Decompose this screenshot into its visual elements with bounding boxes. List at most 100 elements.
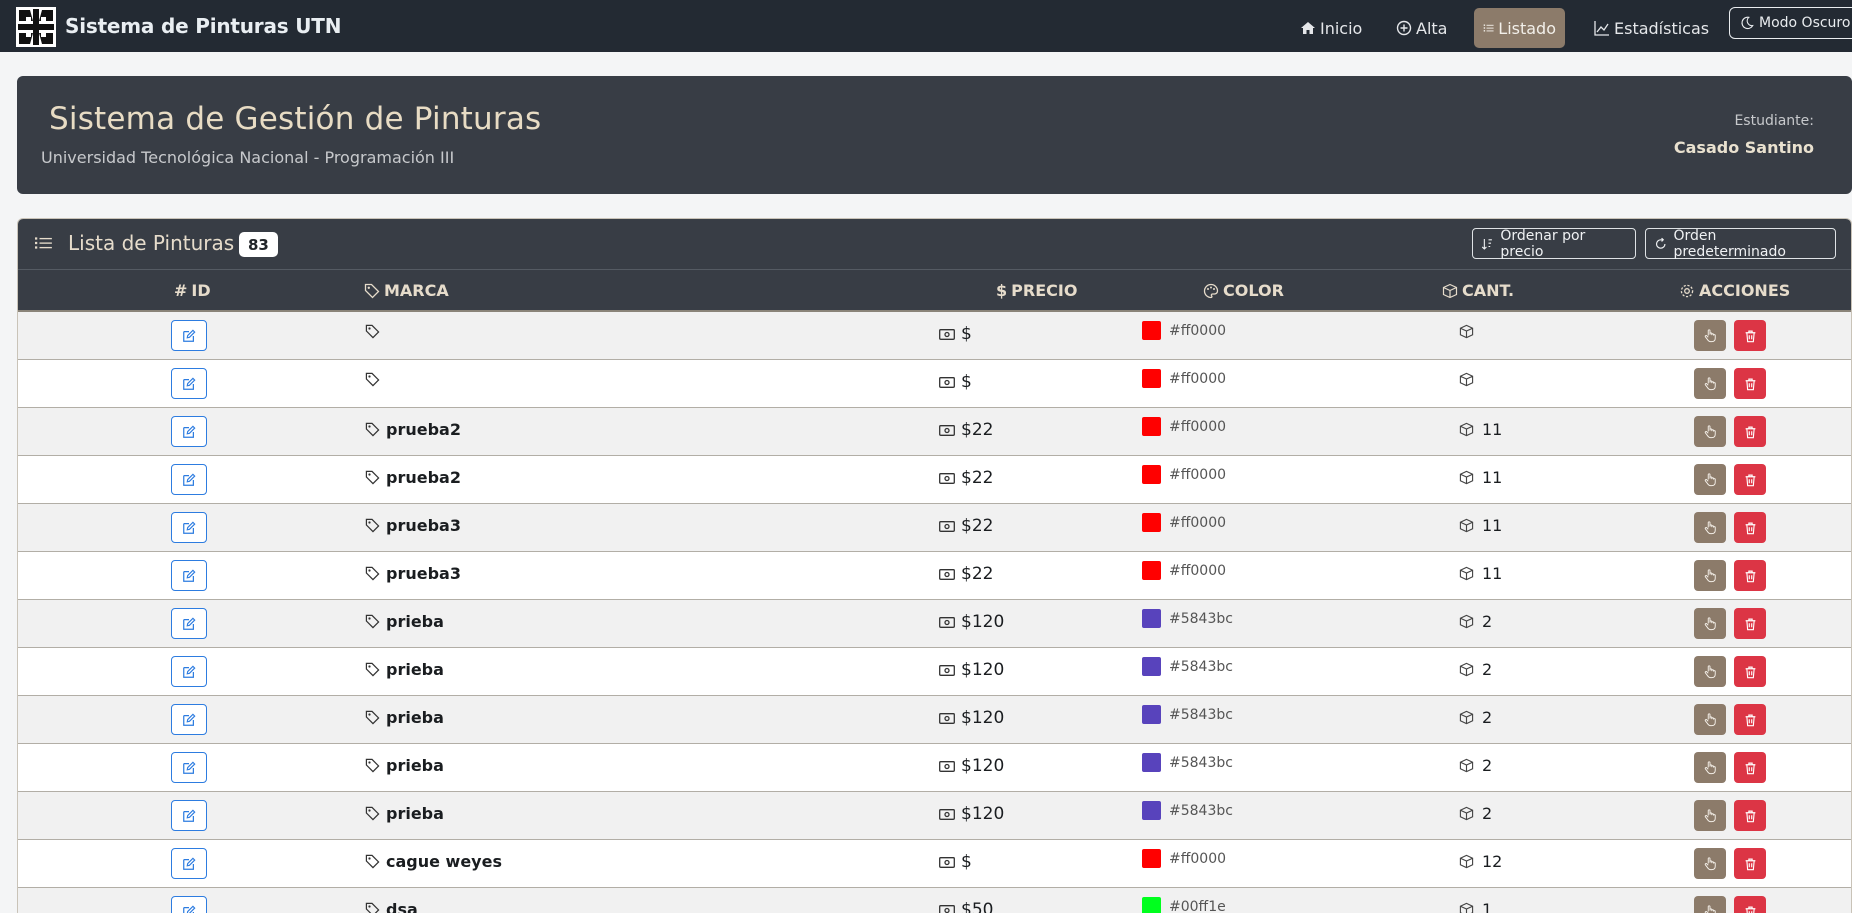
edit-button[interactable] <box>171 416 207 447</box>
column-header-marca[interactable]: MARCA <box>364 281 449 300</box>
edit-button[interactable] <box>171 704 207 735</box>
column-header-id[interactable]: # ID <box>174 281 211 300</box>
dark-mode-label: Modo Oscuro <box>1759 15 1851 31</box>
precio-value: $120 <box>961 612 1005 632</box>
select-button[interactable] <box>1694 848 1726 879</box>
nav-link-estadisticas[interactable]: Estadísticas <box>1585 8 1718 48</box>
moon-icon <box>1741 16 1754 30</box>
select-button[interactable] <box>1694 320 1726 351</box>
edit-icon <box>183 665 196 678</box>
cant-value: 11 <box>1482 468 1503 487</box>
marca-value: prueba2 <box>386 420 461 439</box>
cant-value: 11 <box>1482 564 1503 583</box>
edit-button[interactable] <box>171 512 207 543</box>
cash-icon <box>939 424 955 436</box>
student-label: Estudiante: <box>1734 113 1814 129</box>
delete-button[interactable] <box>1734 656 1766 687</box>
default-order-button[interactable]: Orden predeterminado <box>1645 228 1836 260</box>
delete-button[interactable] <box>1734 464 1766 495</box>
cash-icon <box>939 664 955 676</box>
delete-button[interactable] <box>1734 320 1766 351</box>
box-icon <box>1459 422 1474 437</box>
edit-button[interactable] <box>171 464 207 495</box>
select-button[interactable] <box>1694 368 1726 399</box>
select-button[interactable] <box>1694 656 1726 687</box>
page-title: Sistema de Gestión de Pinturas <box>49 101 542 137</box>
nav-link-label: Listado <box>1498 18 1556 38</box>
precio-cell: $120 <box>939 660 1004 680</box>
chart-line-icon <box>1594 21 1609 36</box>
column-header-label: COLOR <box>1223 281 1284 300</box>
delete-button[interactable] <box>1734 896 1766 913</box>
marca-cell: prieba <box>365 612 444 631</box>
cant-value: 2 <box>1482 708 1493 727</box>
color-cell: #ff0000 <box>1142 417 1226 436</box>
delete-button[interactable] <box>1734 368 1766 399</box>
trash-icon <box>1745 666 1755 678</box>
precio-value: $22 <box>961 468 994 488</box>
column-header-cant[interactable]: CANT. <box>1442 281 1514 300</box>
box-icon <box>1459 518 1474 533</box>
dollar-icon: $ <box>996 281 1008 300</box>
delete-button[interactable] <box>1734 416 1766 447</box>
edit-button[interactable] <box>171 848 207 879</box>
nav-link-inicio[interactable]: Inicio <box>1291 8 1371 48</box>
color-value: #ff0000 <box>1169 322 1227 339</box>
sort-by-price-button[interactable]: Ordenar por precio <box>1472 227 1636 260</box>
delete-button[interactable] <box>1734 608 1766 639</box>
cant-value: 11 <box>1482 516 1503 535</box>
select-button[interactable] <box>1694 464 1726 495</box>
nav-link-alta[interactable]: Alta <box>1387 8 1456 48</box>
palette-icon <box>1203 283 1219 298</box>
edit-button[interactable] <box>171 752 207 783</box>
precio-cell: $120 <box>939 708 1004 728</box>
color-cell: #ff0000 <box>1142 849 1226 868</box>
tag-icon <box>365 614 380 629</box>
select-button[interactable] <box>1694 704 1726 735</box>
select-button[interactable] <box>1694 512 1726 543</box>
edit-button[interactable] <box>171 368 207 399</box>
table-row: prieba $120 #5843bc 2 <box>18 600 1851 648</box>
select-button[interactable] <box>1694 608 1726 639</box>
edit-button[interactable] <box>171 896 207 913</box>
brand-title[interactable]: Sistema de Pinturas UTN <box>65 14 341 38</box>
column-header-precio[interactable]: $ PRECIO <box>996 281 1077 300</box>
edit-button[interactable] <box>171 560 207 591</box>
hand-pointer-icon <box>1704 761 1716 775</box>
edit-icon <box>183 857 196 870</box>
utn-logo-icon[interactable] <box>16 7 56 47</box>
nav-link-label: Estadísticas <box>1614 18 1710 38</box>
precio-value: $50 <box>961 900 994 913</box>
edit-button[interactable] <box>171 656 207 687</box>
edit-icon <box>183 329 196 342</box>
select-button[interactable] <box>1694 416 1726 447</box>
select-button[interactable] <box>1694 752 1726 783</box>
delete-button[interactable] <box>1734 560 1766 591</box>
delete-button[interactable] <box>1734 512 1766 543</box>
edit-icon <box>183 569 196 582</box>
delete-button[interactable] <box>1734 704 1766 735</box>
select-button[interactable] <box>1694 800 1726 831</box>
edit-button[interactable] <box>171 608 207 639</box>
table-row: prueba3 $22 #ff0000 11 <box>18 552 1851 600</box>
precio-cell: $ <box>939 372 972 392</box>
delete-button[interactable] <box>1734 800 1766 831</box>
color-swatch <box>1142 609 1161 628</box>
select-button[interactable] <box>1694 896 1726 913</box>
select-button[interactable] <box>1694 560 1726 591</box>
color-value: #ff0000 <box>1169 418 1227 435</box>
precio-cell: $50 <box>939 900 993 913</box>
cash-icon <box>939 712 955 724</box>
precio-value: $120 <box>961 756 1005 776</box>
edit-button[interactable] <box>171 800 207 831</box>
color-cell: #ff0000 <box>1142 513 1226 532</box>
nav-link-listado[interactable]: Listado <box>1474 8 1565 48</box>
sort-by-price-label: Ordenar por precio <box>1500 227 1586 260</box>
delete-button[interactable] <box>1734 752 1766 783</box>
delete-button[interactable] <box>1734 848 1766 879</box>
dark-mode-button[interactable]: Modo Oscuro <box>1729 7 1852 39</box>
column-header-color[interactable]: COLOR <box>1203 281 1284 300</box>
trash-icon <box>1745 618 1755 630</box>
edit-button[interactable] <box>171 320 207 351</box>
precio-cell: $22 <box>939 468 993 488</box>
